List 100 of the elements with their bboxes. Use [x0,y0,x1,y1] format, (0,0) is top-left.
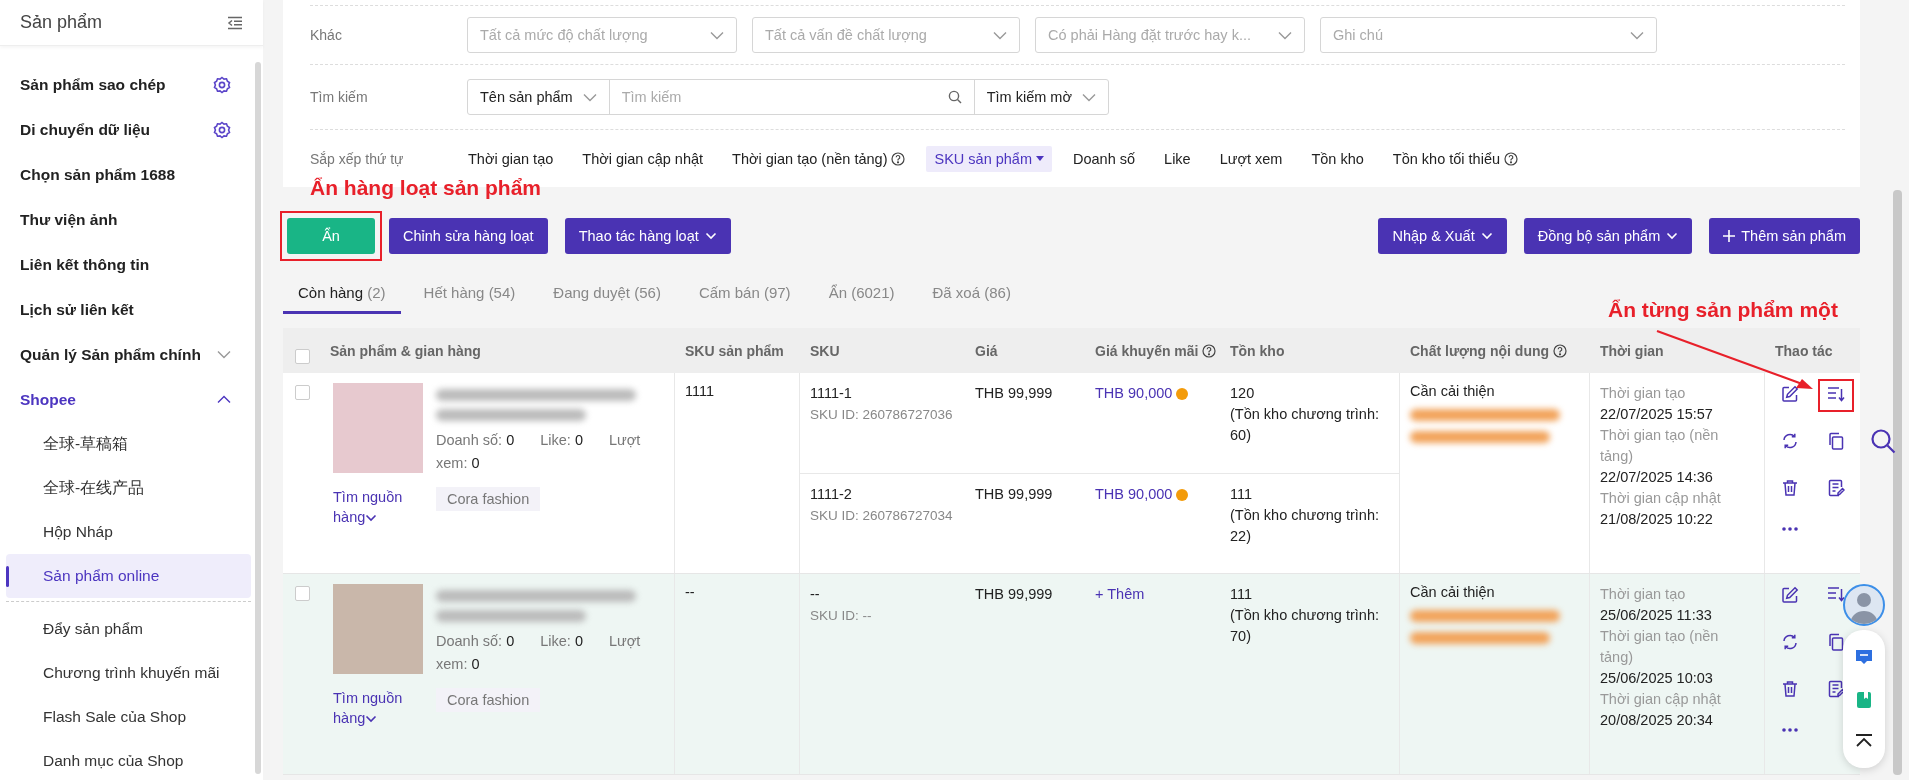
toolbar-button[interactable]: Đồng bộ sản phẩm [1523,218,1693,254]
column-header: SKU [810,342,840,359]
search-icon[interactable] [1870,428,1896,454]
caret-icon [1666,232,1679,240]
table-cell: THB 99,999 [975,586,1053,602]
toolbar-button[interactable]: Thao tác hàng loạt [564,218,731,254]
table-cell-text: 111 [1230,585,1254,604]
sidebar-group[interactable]: Shopee [0,377,251,422]
time-label: Thời gian cập nhật [1600,690,1722,709]
sidebar-item[interactable]: Chọn sản phẩm 1688 [0,152,251,197]
time-label: Thời gian tạo [1600,585,1687,604]
sidebar-item[interactable]: 全球-草稿箱 [6,422,251,466]
scrollbar-thumb[interactable] [255,62,261,774]
sidebar-item[interactable]: Chương trình khuyến mãi [6,651,251,695]
sync-icon[interactable] [1780,633,1799,651]
caret-icon [365,715,378,723]
table-cell: THB 99,999 [975,485,1053,502]
sidebar-item[interactable]: Lịch sử liên kết [0,287,251,332]
product-stats: Doanh số: 0 Like: 0 Lượt xem: 0 [436,632,642,674]
list-down-arrow-icon[interactable] [1826,386,1845,402]
table-cell: 1111 [685,383,715,399]
more-icon[interactable] [1780,526,1799,532]
caret-icon [365,514,378,522]
sort-option[interactable]: Tồn kho [1303,145,1372,172]
row-checkbox[interactable] [295,385,310,400]
help-icon[interactable] [1202,343,1217,358]
filter-label: Sắp xếp thứ tự [310,150,405,167]
promo-price-link[interactable]: + Thêm [1095,584,1145,605]
sidebar-item[interactable]: Sản phẩm sao chép [20,75,166,94]
sidebar-item[interactable]: Hộp Nháp [6,510,251,554]
list-down-arrow-icon[interactable] [1826,586,1845,602]
find-source-link[interactable]: Tìm nguồn hàng [333,688,407,728]
sidebar-item[interactable]: Danh mục của Shop [6,739,251,780]
time-value: 25/06/2025 10:03 [1600,669,1714,688]
table-cell: -- [685,584,695,600]
stock-note: (Tồn kho chương trình: 60) [1230,406,1379,443]
find-source-link[interactable]: Tìm nguồn hàng [333,487,407,527]
status-tab[interactable]: Còn hàng (2) [283,274,401,314]
caret-icon [1036,155,1044,162]
caret-icon [704,232,717,240]
sku-id: SKU ID: 260786727034 [810,507,953,523]
sort-option[interactable]: Thời gian tạo (nền tảng) [724,145,914,172]
help-icon[interactable] [1504,151,1519,166]
time-value: 21/08/2025 10:22 [1600,510,1714,529]
sidebar-item[interactable]: 全球-在线产品 [6,466,251,510]
sidebar-group[interactable]: Quản lý Sản phẩm chính [0,332,251,377]
collapse-menu-icon[interactable] [227,15,243,30]
sort-option[interactable]: Lượt xem [1211,145,1291,172]
annotation-text: Ẩn hàng loạt sản phẩm [310,176,542,200]
sidebar-item[interactable]: Sản phẩm online [6,554,251,598]
gear-icon[interactable] [213,75,231,94]
more-icon[interactable] [1780,727,1799,733]
sort-option[interactable]: SKU sản phẩm [926,145,1052,172]
table-cell-text: 1111-1 [810,384,853,403]
help-icon[interactable] [891,151,906,166]
sort-option[interactable]: Thời gian tạo [460,145,562,172]
delete-icon[interactable] [1780,680,1799,698]
caret-icon [1480,232,1493,240]
edit-icon[interactable] [1780,385,1799,403]
sort-option[interactable]: Like [1156,145,1199,172]
sync-icon[interactable] [1780,432,1799,450]
promo-price-link[interactable]: THB 90,000 [1095,483,1173,505]
note-edit-icon[interactable] [1826,479,1845,497]
sort-option[interactable]: Tồn kho tối thiểu [1384,145,1527,172]
sidebar-item[interactable]: Di chuyển dữ liệu [20,120,151,139]
promo-price-link[interactable]: THB 90,000 [1095,383,1173,404]
copy-icon[interactable] [1826,633,1845,651]
time-label: Thời gian tạo (nền tảng) [1600,627,1720,667]
warning-icon [1176,488,1189,501]
filter-label: Tìm kiếm [310,89,369,105]
row-checkbox[interactable] [295,586,310,601]
stock-note: (Tồn kho chương trình: 22) [1230,506,1379,544]
help-icon[interactable] [1553,343,1568,358]
time-label: Thời gian cập nhật [1600,489,1722,508]
quality-status: Cần cải thiện [1410,383,1495,399]
column-header: Giá [975,342,998,359]
edit-icon[interactable] [1780,586,1799,604]
sku-id: SKU ID: -- [810,608,872,623]
chevron-down-icon [217,350,231,359]
sidebar-item[interactable]: Flash Sale của Shop [6,695,251,739]
toolbar-button[interactable]: Chỉnh sửa hàng loạt [389,218,548,254]
gear-icon[interactable] [213,120,231,139]
time-value: 22/07/2025 15:57 [1600,405,1714,424]
sidebar-item[interactable]: Thư viện ảnh [0,197,251,242]
book-icon[interactable] [1854,690,1874,710]
chevron-down-icon [1630,30,1644,40]
column-header: Sản phẩm & gian hàng [330,342,481,359]
scrollbar-thumb[interactable] [1893,190,1902,775]
sku-id: SKU ID: 260786727036 [810,407,953,422]
row-checkbox[interactable] [295,349,310,364]
delete-icon[interactable] [1780,479,1799,497]
copy-icon[interactable] [1826,432,1845,450]
sort-option[interactable]: Doanh số [1065,145,1144,172]
toolbar-button[interactable]: Nhập & Xuất [1378,218,1507,254]
table-cell: THB 99,999 [975,385,1053,401]
sidebar-item[interactable]: Đẩy sản phẩm [6,607,251,651]
sidebar-item[interactable]: Liên kết thông tin [0,242,251,287]
note-edit-icon[interactable] [1826,680,1845,698]
sort-option[interactable]: Thời gian cập nhật [574,145,712,172]
add-product-button[interactable]: Thêm sản phẩm [1709,218,1860,254]
